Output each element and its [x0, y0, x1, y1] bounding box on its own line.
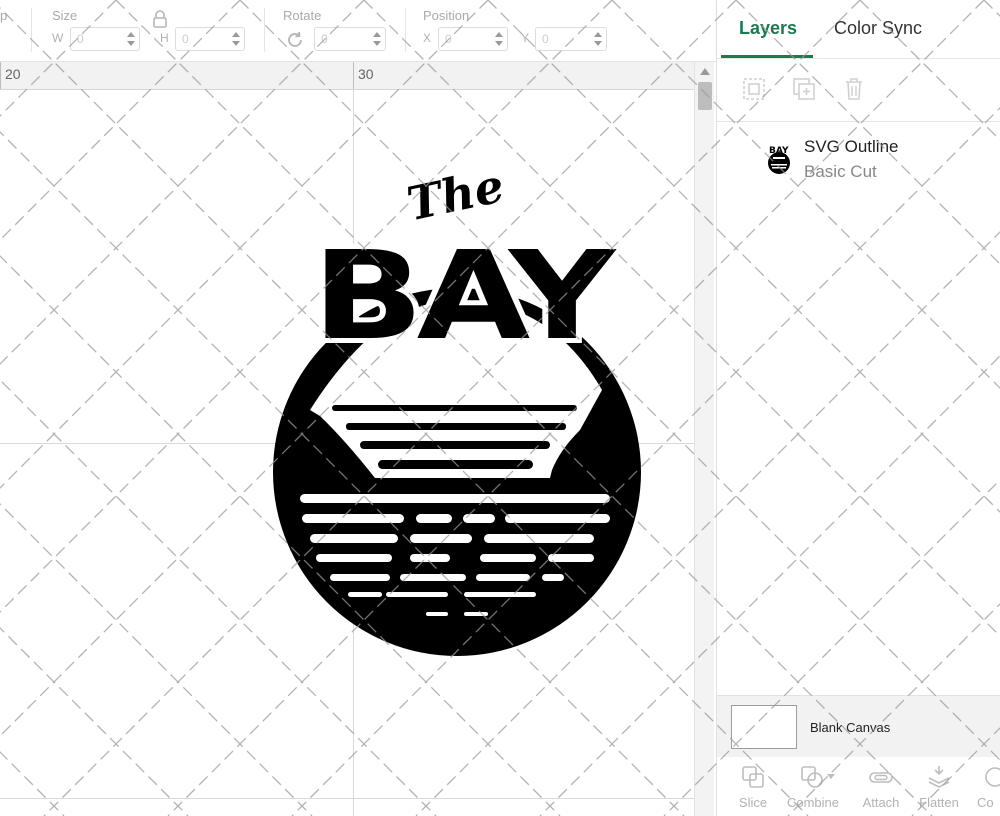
attach-button[interactable]: Attach — [851, 760, 911, 816]
x-value: 0 — [445, 32, 452, 46]
tab-color-sync[interactable]: Color Sync — [834, 18, 922, 39]
artwork-water-stripe — [416, 514, 452, 523]
duplicate-icon[interactable] — [791, 76, 817, 102]
height-input[interactable]: 0 — [175, 27, 245, 51]
artwork-water-stripe — [476, 574, 530, 581]
slice-button[interactable]: Slice — [723, 760, 783, 816]
rotate-label: Rotate — [283, 8, 322, 23]
tab-divider — [717, 58, 1000, 59]
flatten-icon — [928, 766, 950, 788]
y-label: Y — [521, 31, 530, 45]
width-value: 0 — [77, 32, 84, 46]
width-input[interactable]: 0 — [70, 27, 140, 51]
scroll-up-arrow[interactable] — [700, 68, 710, 75]
artwork-stripe — [346, 423, 566, 430]
blank-canvas-label: Blank Canvas — [810, 720, 891, 735]
size-label: Size — [52, 8, 78, 23]
artwork-stripe — [378, 460, 533, 469]
y-value: 0 — [542, 32, 549, 46]
artwork-water-stripe — [410, 554, 450, 562]
edit-toolbar: p Size W 0 H 0 Rotate 0 Position X 0 Y 0 — [0, 0, 716, 62]
rotate-input[interactable]: 0 — [314, 27, 386, 51]
combine-button[interactable]: Combine — [783, 760, 843, 816]
toolbar-separator — [264, 8, 265, 52]
combine-icon — [801, 766, 823, 788]
height-value: 0 — [182, 32, 189, 46]
grid-line — [0, 798, 694, 799]
contour-label: Co — [977, 795, 994, 810]
flatten-label: Flatten — [919, 795, 959, 810]
artwork-water-stripe — [505, 514, 610, 523]
layers-panel: Layers Color Sync BAY SVG Outline Basic … — [716, 0, 1000, 816]
combine-label: Combine — [786, 795, 840, 810]
height-stepper[interactable] — [231, 30, 241, 48]
artwork-water-stripe — [302, 514, 404, 523]
artwork-stripe — [332, 405, 577, 411]
toolbar-separator — [31, 8, 32, 52]
artwork-water-stripe — [542, 574, 564, 581]
artwork-water-stripe — [316, 554, 392, 562]
width-stepper[interactable] — [126, 30, 136, 48]
layer-name: SVG Outline — [804, 137, 899, 156]
artwork-water-stripe — [463, 514, 495, 523]
layer-operation: Basic Cut — [804, 162, 877, 181]
artwork-stripe — [360, 441, 550, 449]
lock-icon[interactable] — [152, 10, 168, 28]
rotate-icon[interactable] — [284, 29, 306, 51]
artwork-water-stripe — [348, 592, 382, 597]
ruler-label-30: 30 — [358, 66, 374, 82]
attach-label: Attach — [862, 795, 900, 810]
ruler-label-20: 20 — [5, 66, 21, 82]
width-label: W — [52, 31, 64, 45]
artwork-water-stripe — [386, 592, 448, 597]
artwork-water-stripe — [410, 534, 472, 543]
ruler-tick — [0, 62, 1, 89]
tab-layers[interactable]: Layers — [739, 18, 797, 39]
y-input[interactable]: 0 — [535, 27, 607, 51]
artwork-water-stripe — [310, 534, 398, 543]
rotate-value: 0 — [321, 32, 328, 46]
position-label: Position — [423, 8, 470, 23]
artwork-water-stripe — [464, 612, 488, 616]
y-stepper[interactable] — [593, 30, 603, 48]
artwork-water-stripe — [426, 612, 448, 616]
horizontal-ruler: 20 30 — [0, 62, 714, 90]
ruler-tick — [353, 62, 354, 89]
artwork-water-stripe — [484, 534, 594, 543]
x-stepper[interactable] — [494, 30, 504, 48]
x-input[interactable]: 0 — [438, 27, 508, 51]
x-label: X — [423, 31, 432, 45]
layer-thumbnail: BAY — [768, 146, 790, 174]
artwork-title-text: BAY — [312, 225, 617, 367]
vertical-scrollbar[interactable] — [694, 62, 714, 816]
height-label: H — [160, 31, 169, 45]
chevron-down-icon — [827, 774, 835, 779]
layer-tools-divider — [717, 121, 1000, 122]
rotate-stepper[interactable] — [372, 30, 382, 48]
delete-icon[interactable] — [841, 76, 867, 102]
toolbar-partial-label: p — [0, 8, 8, 23]
artwork-water-stripe — [300, 494, 610, 503]
blank-canvas-row[interactable]: Blank Canvas — [717, 695, 1000, 757]
artwork-water-stripe — [400, 574, 466, 581]
artwork-water-stripe — [480, 554, 536, 562]
design-space-app: p Size W 0 H 0 Rotate 0 Position X 0 Y 0… — [0, 0, 1000, 816]
blank-canvas-swatch[interactable] — [731, 705, 797, 749]
toolbar-separator — [405, 8, 406, 52]
artwork-water-stripe — [330, 574, 390, 581]
group-icon[interactable] — [741, 76, 767, 102]
flatten-button[interactable]: Flatten — [909, 760, 969, 816]
attach-icon — [869, 772, 893, 783]
design-canvas[interactable]: 20 30 The BAY — [0, 62, 714, 816]
artwork-script-text: The — [402, 160, 508, 231]
slice-icon — [742, 766, 764, 788]
contour-icon — [985, 767, 1000, 787]
slice-label: Slice — [738, 795, 768, 810]
scroll-thumb[interactable] — [698, 82, 712, 110]
contour-button[interactable]: Co — [967, 760, 1000, 816]
artwork-water-stripe — [464, 592, 536, 597]
bay-logo-artwork[interactable]: The BAY — [260, 160, 650, 660]
artwork-water-stripe — [548, 554, 594, 562]
